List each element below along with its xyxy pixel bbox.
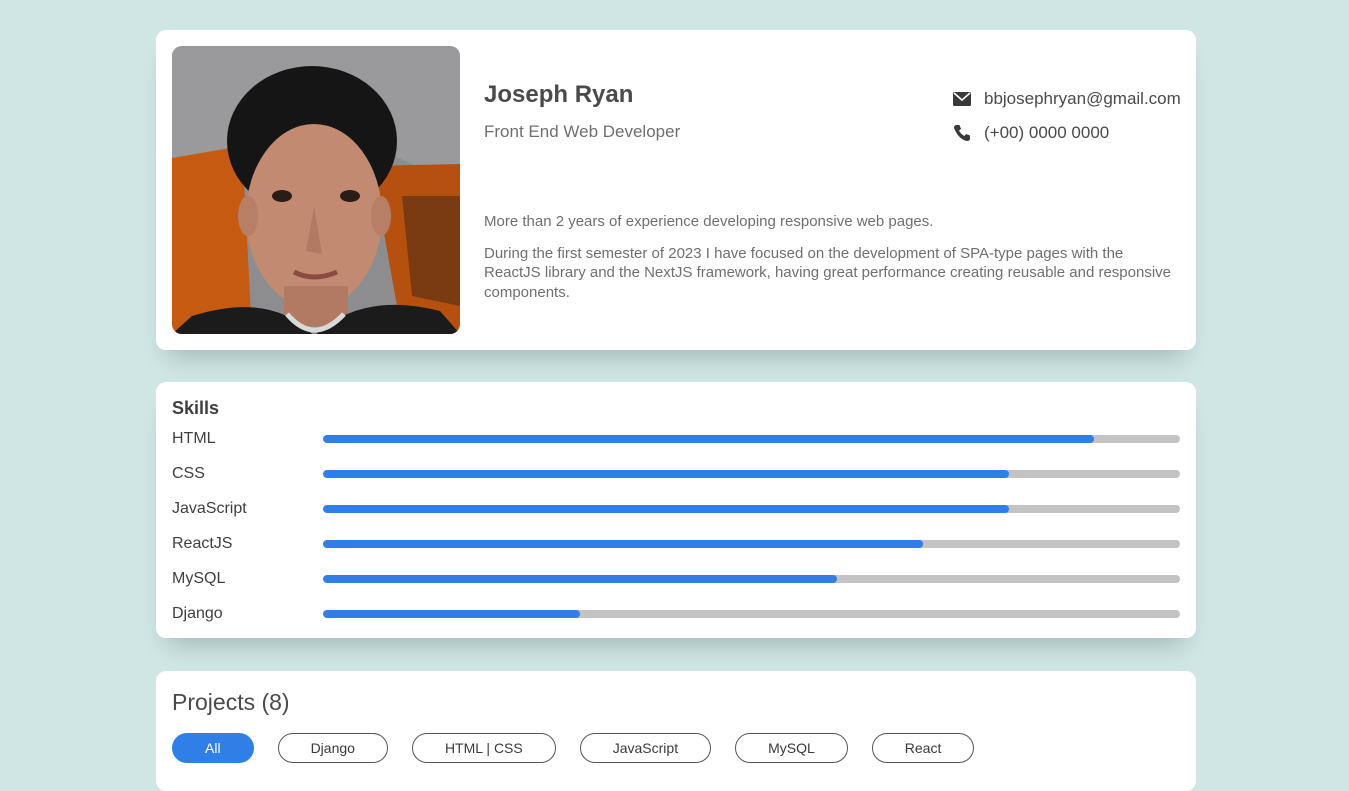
email-row[interactable]: bbjosephryan@gmail.com [952,82,1181,116]
projects-title: Projects (8) [172,689,290,715]
skill-label: CSS [172,465,205,482]
skill-label: MySQL [172,570,226,587]
skill-label: ReactJS [172,535,233,552]
skill-bar-fill [323,505,1009,513]
skill-row: MySQL [172,567,1180,591]
skill-label: JavaScript [172,500,247,517]
filter-button[interactable]: React [871,733,975,763]
skill-bar-fill [323,435,1095,443]
skill-row: CSS [172,462,1180,486]
skill-bar-fill [323,540,923,548]
skill-bar-track [323,505,1180,513]
filter-button[interactable]: MySQL [735,733,848,763]
email-text[interactable]: bbjosephryan@gmail.com [984,89,1181,109]
filter-button[interactable]: HTML | CSS [411,733,556,763]
phone-text: (+00) 0000 0000 [984,123,1110,142]
phone-row[interactable]: (+00) 0000 0000 [952,116,1181,150]
filter-button[interactable]: All [172,733,254,763]
summary-paragraph: During the first semester of 2023 I have… [484,244,1172,301]
profile-summary: More than 2 years of experience developi… [484,212,1174,302]
skill-bar-fill [323,575,838,583]
skill-bar-track [323,575,1180,583]
skill-bar-fill [323,470,1009,478]
filter-button[interactable]: Django [277,733,388,763]
skill-label: Django [172,605,223,622]
skill-row: Django [172,602,1180,626]
profile-role: Front End Web Developer [484,122,681,141]
skill-bar-track [323,540,1180,548]
skill-bar-track [323,470,1180,478]
contact-info: bbjosephryan@gmail.com (+00) 0000 0000 [952,82,1181,150]
profile-photo [172,46,460,334]
skills-title: Skills [172,398,220,418]
skills-card: Skills HTML CSS JavaScript ReactJS MySQL Djan… [156,382,1196,638]
projects-card: Projects (8) All Django HTML | CSS JavaScri… [156,671,1196,791]
skill-bar-track [323,435,1180,443]
phone-icon [952,123,972,143]
project-filters: All Django HTML | CSS JavaScript MySQL React [172,733,975,763]
skill-row: JavaScript [172,497,1180,521]
skill-row: HTML [172,427,1180,451]
skill-bar-track [323,610,1180,618]
profile-card: Joseph Ryan Front End Web Developer bbjo… [156,30,1196,350]
envelope-icon [952,89,972,109]
skill-bar-fill [323,610,581,618]
summary-paragraph: More than 2 years of experience developi… [484,213,934,230]
skill-row: ReactJS [172,532,1180,556]
skill-label: HTML [172,430,216,447]
filter-button[interactable]: JavaScript [579,733,712,763]
profile-name: Joseph Ryan [484,81,634,108]
